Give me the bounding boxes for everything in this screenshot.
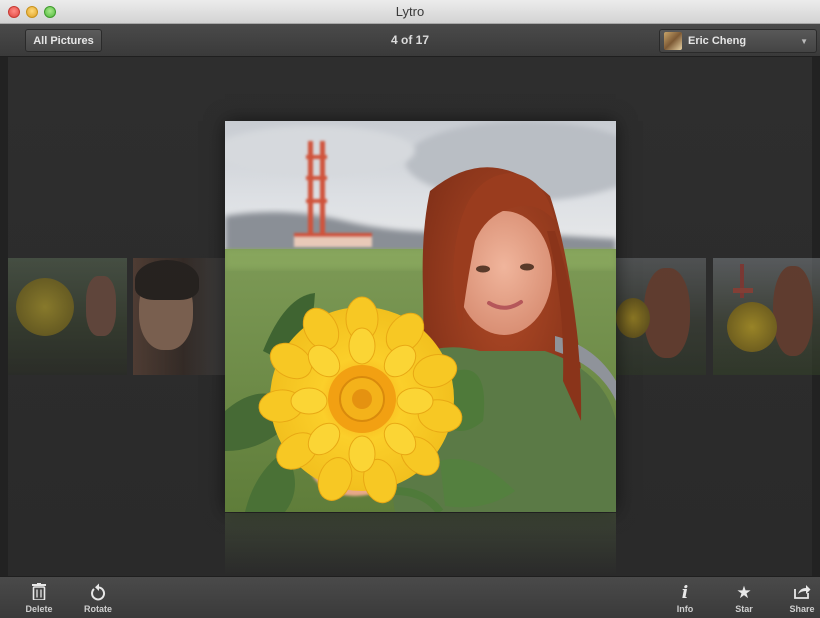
photo-thumbnail[interactable]: [8, 258, 127, 375]
photo-thumbnail[interactable]: [133, 258, 225, 375]
user-name: Eric Cheng: [688, 35, 747, 47]
delete-button[interactable]: Delete: [24, 583, 54, 614]
bottom-toolbar: Delete Rotate i Info ★ Star Share: [0, 576, 820, 618]
trash-icon: [24, 583, 54, 603]
info-button[interactable]: i Info: [672, 583, 698, 614]
star-button[interactable]: ★ Star: [730, 583, 758, 614]
main-photo-reflection: [225, 513, 616, 576]
avatar: [664, 32, 682, 50]
star-icon: ★: [736, 583, 752, 602]
rotate-label: Rotate: [83, 604, 112, 614]
top-toolbar: All Pictures 4 of 17 Eric Cheng ▼: [0, 24, 820, 57]
share-label: Share: [789, 604, 815, 614]
share-icon: [786, 583, 818, 603]
main-photo[interactable]: [225, 121, 616, 512]
main-photo-image: [225, 121, 616, 512]
photo-stage: [0, 57, 820, 576]
window-title-bar: Lytro: [0, 0, 820, 24]
info-icon: i: [681, 583, 689, 603]
info-label: Info: [676, 604, 694, 614]
star-label: Star: [735, 604, 753, 614]
chevron-down-icon: ▼: [800, 37, 808, 46]
photo-thumbnail[interactable]: [616, 258, 706, 375]
rotate-button[interactable]: Rotate: [82, 583, 114, 614]
window-title: Lytro: [395, 4, 425, 19]
photo-thumbnail[interactable]: [713, 258, 820, 375]
share-button[interactable]: Share: [786, 583, 818, 614]
rotate-icon: [82, 583, 114, 603]
delete-label: Delete: [25, 604, 53, 614]
user-account-dropdown[interactable]: Eric Cheng ▼: [659, 29, 817, 53]
